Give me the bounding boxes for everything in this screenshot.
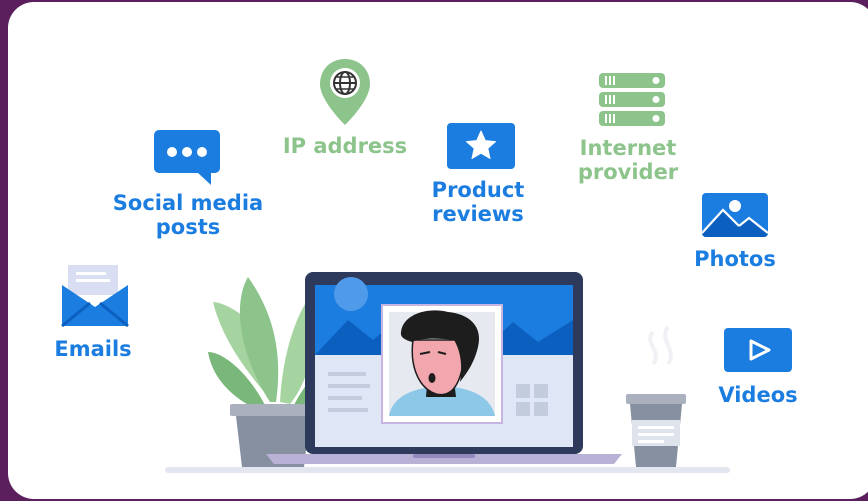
laptop-icon (266, 272, 622, 464)
coffee-cup-icon (626, 325, 686, 467)
laptop-scene (165, 272, 730, 473)
illustration-card: Social media posts IP address Product re… (8, 2, 868, 499)
desk-line (165, 467, 730, 473)
